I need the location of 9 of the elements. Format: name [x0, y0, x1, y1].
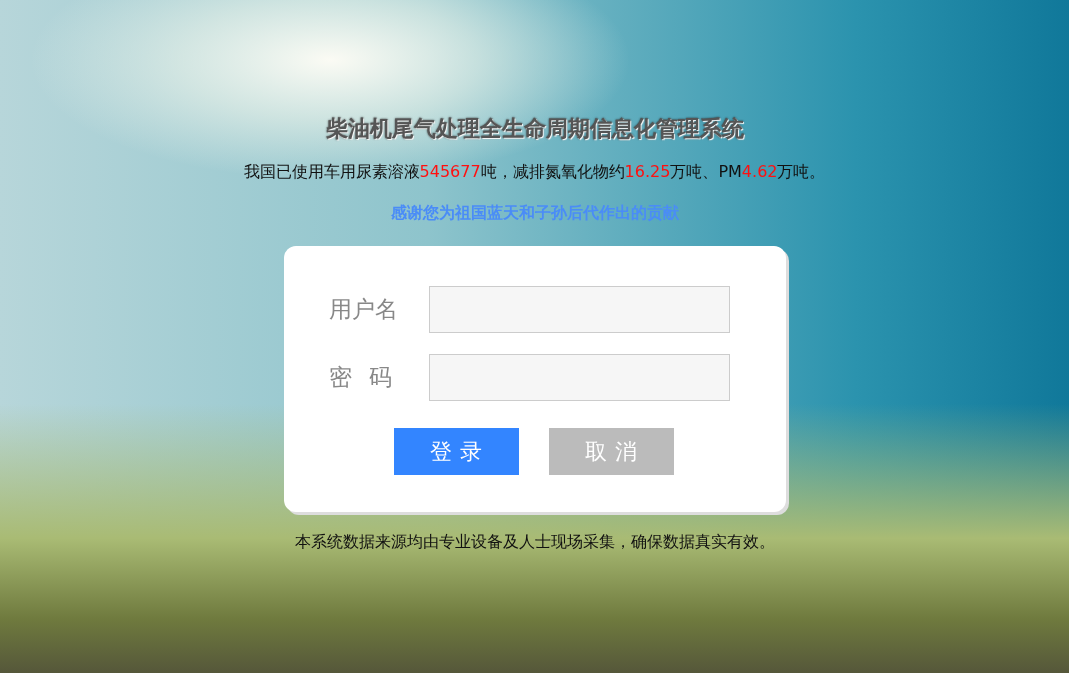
cancel-button[interactable]: 取消: [548, 428, 674, 475]
field-label: 密 码: [328, 363, 393, 392]
input-field[interactable]: [428, 286, 730, 333]
statistics-text: 我国已使用车用尿素溶液545677吨，减排氮氧化物约16.25万吨、PM4.62万吨。: [243, 162, 826, 183]
page-title: 柴油机尾气处理全生命周期信息化管理系统: [325, 115, 744, 143]
field-label: 用户名: [328, 295, 399, 324]
login-button[interactable]: 登录: [393, 428, 519, 475]
footer-text: 本系统数据来源均由专业设备及人士现场采集，确保数据真实有效。: [294, 532, 775, 553]
input-field[interactable]: [428, 354, 730, 401]
